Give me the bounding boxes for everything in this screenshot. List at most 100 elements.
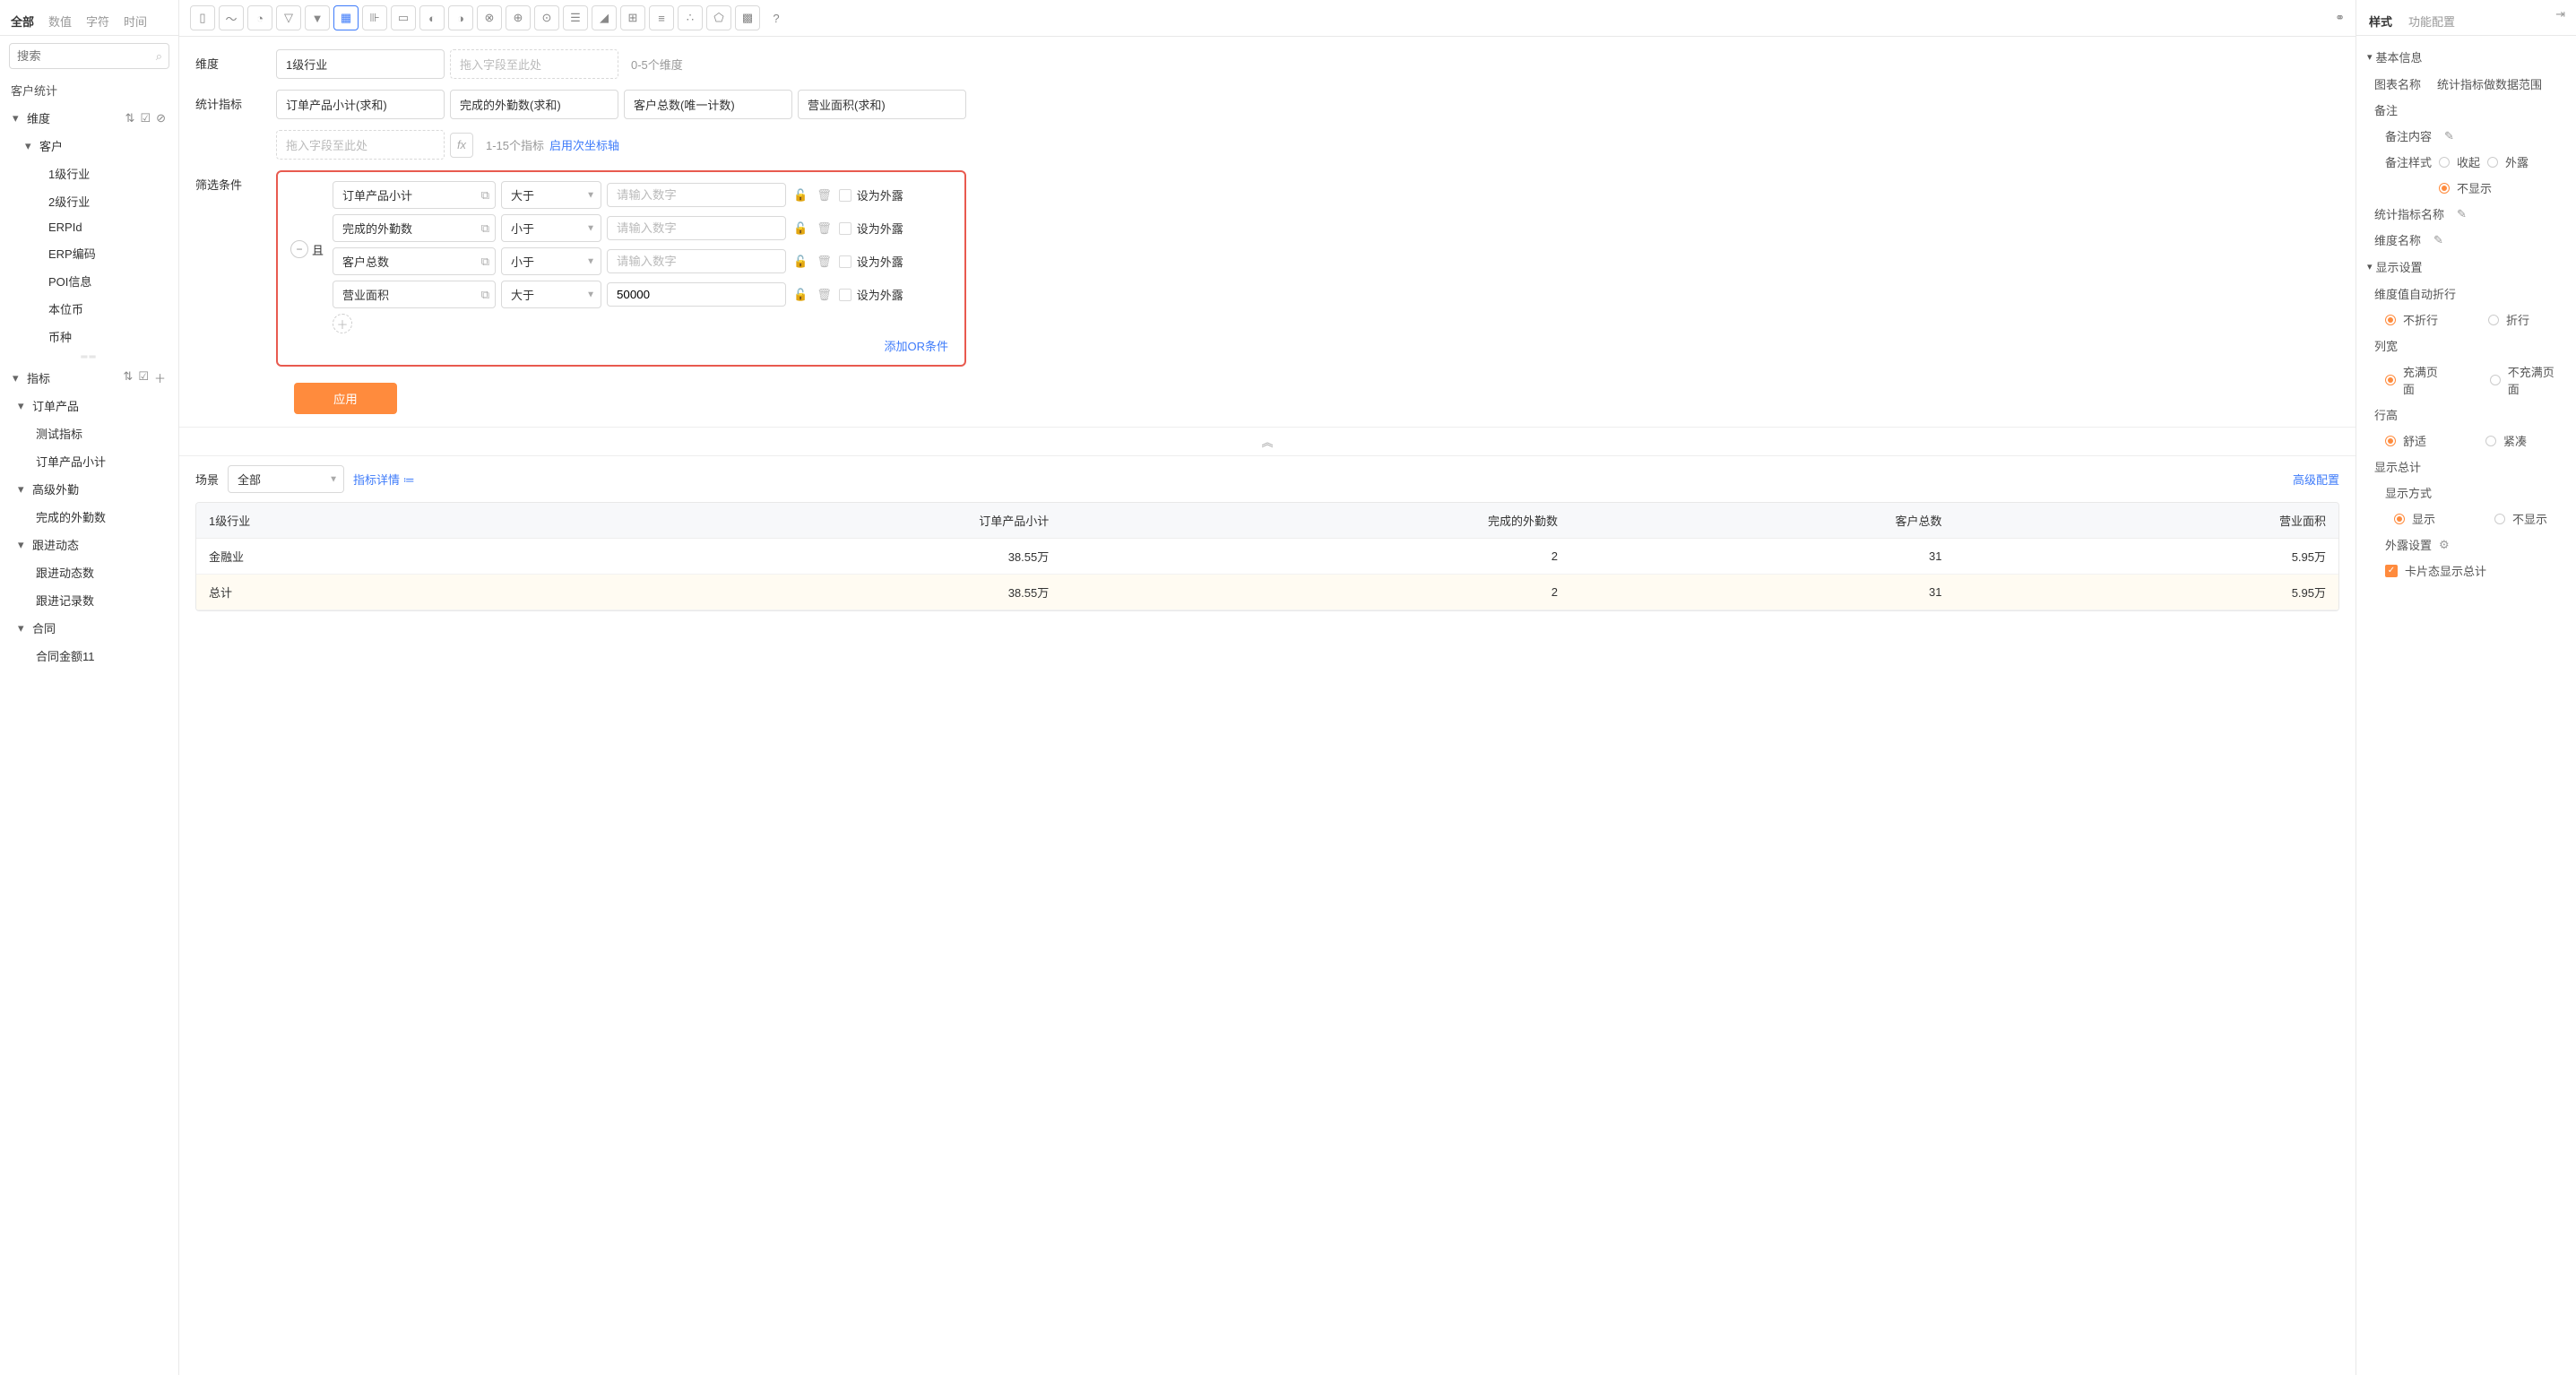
tab-number[interactable]: 数值 — [47, 7, 73, 35]
radio-nofill[interactable] — [2490, 375, 2501, 385]
filter-op-select[interactable]: 小于▼ — [501, 214, 601, 242]
secondary-axis-link[interactable]: 启用次坐标轴 — [549, 136, 619, 153]
expose-checkbox[interactable] — [839, 255, 851, 268]
list-icon[interactable]: ≡ — [649, 5, 674, 30]
radio-show[interactable] — [2394, 514, 2405, 524]
radio-noshow[interactable] — [2439, 183, 2450, 194]
gauge2-icon[interactable]: ◑ — [448, 5, 473, 30]
funnel2-icon[interactable]: ▼ — [305, 5, 330, 30]
copy-icon[interactable]: ⧉ — [481, 188, 489, 203]
tree-item[interactable]: 合同金额11 — [5, 642, 173, 670]
map3-icon[interactable]: ⊙ — [534, 5, 559, 30]
tree-item[interactable]: ERP编码 — [18, 239, 173, 267]
table-header[interactable]: 客户总数 — [1570, 503, 1954, 539]
metric-chip[interactable]: 订单产品小计(求和) — [276, 90, 445, 119]
tree-item[interactable]: POI信息 — [18, 267, 173, 295]
gear-icon[interactable]: ⚙ — [2439, 538, 2450, 552]
delete-icon[interactable]: 🗑 — [815, 221, 834, 236]
delete-icon[interactable]: 🗑 — [815, 288, 834, 302]
display-settings-head[interactable]: ▾显示设置 — [2367, 253, 2565, 281]
filter-icon[interactable]: ☑ — [140, 111, 151, 125]
radio-hide[interactable] — [2494, 514, 2505, 524]
tab-time[interactable]: 时间 — [122, 7, 149, 35]
bar-chart-icon[interactable]: ▯ — [190, 5, 215, 30]
filter-value-input[interactable] — [607, 183, 786, 207]
filter-icon[interactable]: ☑ — [138, 369, 149, 386]
radio-expose[interactable] — [2487, 157, 2498, 168]
dim-chip[interactable]: 1级行业 — [276, 49, 445, 79]
expose-checkbox[interactable] — [839, 289, 851, 301]
metric-chip[interactable]: 完成的外勤数(求和) — [450, 90, 618, 119]
group-dimension[interactable]: ▾ 维度 ⇅ ☑ ⊘ — [5, 104, 173, 132]
filter-op-select[interactable]: 小于▼ — [501, 247, 601, 275]
filter-op-select[interactable]: 大于▼ — [501, 281, 601, 308]
lock-icon[interactable]: 🔓 — [791, 221, 809, 236]
radio-comfort[interactable] — [2385, 436, 2396, 446]
delete-icon[interactable]: 🗑 — [815, 188, 834, 203]
remove-group-button[interactable]: − — [290, 240, 308, 258]
copy-icon[interactable]: ⧉ — [481, 255, 489, 269]
advanced-config-link[interactable]: 高级配置 — [2293, 471, 2339, 488]
tree-item[interactable]: ERPId — [18, 215, 173, 239]
expand-icon[interactable]: ⇥ — [2555, 7, 2565, 35]
table-header[interactable]: 营业面积 — [1954, 503, 2338, 539]
expose-checkbox[interactable] — [839, 189, 851, 202]
radio-wrap[interactable] — [2488, 315, 2499, 325]
search-input[interactable] — [9, 43, 169, 69]
tree-item[interactable]: 完成的外勤数 — [5, 503, 173, 531]
filter-value-input[interactable] — [607, 282, 786, 307]
pie-chart-icon[interactable]: ◔ — [247, 5, 272, 30]
metric-subgroup[interactable]: ▾合同 — [5, 614, 173, 642]
apply-button[interactable]: 应用 — [294, 383, 397, 414]
lock-icon[interactable]: 🔓 — [791, 255, 809, 269]
card-total-checkbox[interactable]: ✓ — [2385, 565, 2398, 577]
gauge-icon[interactable]: ◐ — [419, 5, 445, 30]
copy-icon[interactable]: ⧉ — [481, 288, 489, 302]
add-icon[interactable]: ＋ — [154, 369, 166, 386]
filter-field-select[interactable]: 客户总数⧉ — [333, 247, 496, 275]
metric-subgroup[interactable]: ▾订单产品 — [5, 392, 173, 419]
tree-item[interactable]: 1级行业 — [18, 160, 173, 187]
filter-field-select[interactable]: 营业面积⧉ — [333, 281, 496, 308]
metric-dropzone[interactable]: 拖入字段至此处 — [276, 130, 445, 160]
metric-chip[interactable]: 客户总数(唯一计数) — [624, 90, 792, 119]
tree-item[interactable]: 本位币 — [18, 295, 173, 323]
metric-subgroup[interactable]: ▾跟进动态 — [5, 531, 173, 558]
add-filter-button[interactable]: ＋ — [333, 314, 352, 333]
copy-icon[interactable]: ⧉ — [481, 221, 489, 236]
metric-subgroup[interactable]: ▾高级外勤 — [5, 475, 173, 503]
collapse-handle[interactable]: ︽ — [179, 427, 2356, 456]
line-chart-icon[interactable]: 〜 — [219, 5, 244, 30]
hbar-icon[interactable]: ☰ — [563, 5, 588, 30]
delete-icon[interactable]: 🗑 — [815, 255, 834, 269]
tree-item[interactable]: 币种 — [18, 323, 173, 350]
resize-handle[interactable]: ══ — [5, 350, 173, 364]
radio-compact[interactable] — [2485, 436, 2496, 446]
scene-select[interactable]: 全部 ▼ — [228, 465, 344, 493]
filter-field-select[interactable]: 订单产品小计⧉ — [333, 181, 496, 209]
expose-checkbox[interactable] — [839, 222, 851, 235]
lock-icon[interactable]: 🔓 — [791, 188, 809, 203]
tab-style[interactable]: 样式 — [2367, 7, 2394, 35]
filter-field-select[interactable]: 完成的外勤数⧉ — [333, 214, 496, 242]
sort-icon[interactable]: ⇅ — [125, 111, 135, 125]
table-header[interactable]: 订单产品小计 — [553, 503, 1062, 539]
edit-icon[interactable]: ✎ — [2444, 129, 2454, 143]
area-icon[interactable]: ◢ — [592, 5, 617, 30]
radio-fill[interactable] — [2385, 375, 2396, 385]
tab-string[interactable]: 字符 — [84, 7, 111, 35]
edit-icon[interactable]: ✎ — [2433, 233, 2443, 247]
radio-nowrap[interactable] — [2385, 315, 2396, 325]
grid-icon[interactable]: ▩ — [735, 5, 760, 30]
tree-item[interactable]: 测试指标 — [5, 419, 173, 447]
add-or-link[interactable]: 添加OR条件 — [884, 340, 948, 353]
metric-detail-link[interactable]: 指标详情 ≔ — [353, 471, 415, 488]
tree-item[interactable]: 订单产品小计 — [5, 447, 173, 475]
tree-item[interactable]: 2级行业 — [18, 187, 173, 215]
map2-icon[interactable]: ⊕ — [506, 5, 531, 30]
table-header[interactable]: 1级行业 — [196, 503, 553, 539]
pivot-icon[interactable]: ⊞ — [620, 5, 645, 30]
radio-collapse[interactable] — [2439, 157, 2450, 168]
tab-all[interactable]: 全部 — [9, 7, 36, 35]
combo-chart-icon[interactable]: ⊪ — [362, 5, 387, 30]
